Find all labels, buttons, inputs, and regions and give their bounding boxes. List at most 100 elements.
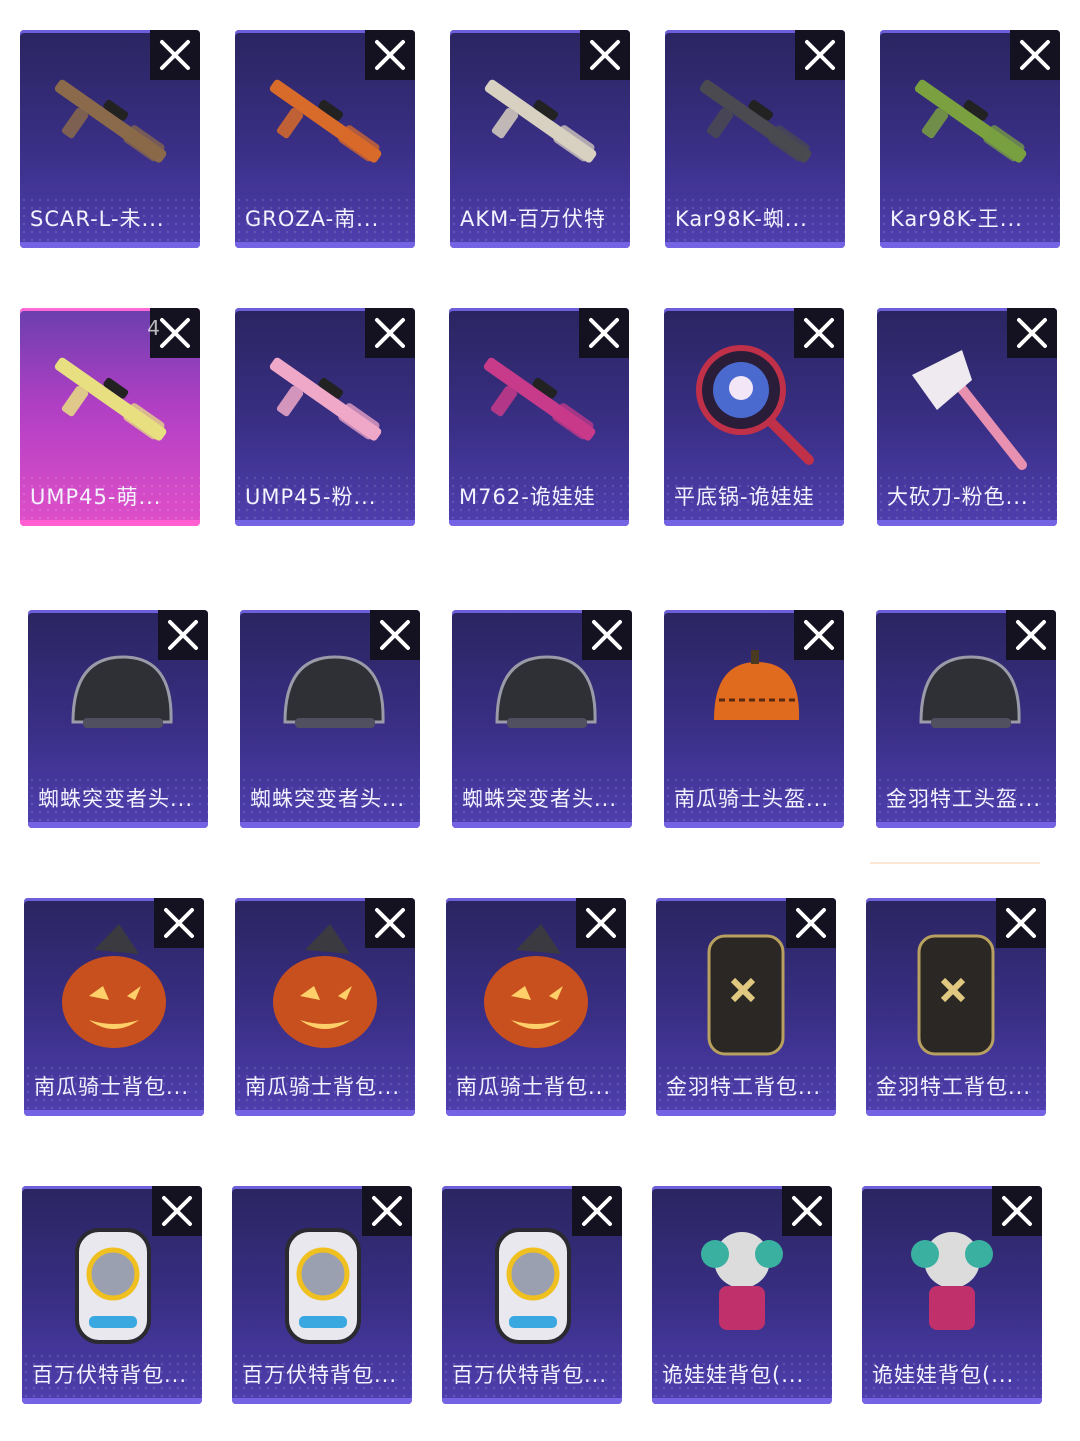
item-card[interactable]: 百万伏特背包... (22, 1186, 202, 1404)
close-icon (792, 1196, 822, 1226)
item-label: 金羽特工背包... (876, 1075, 1032, 1099)
item-card[interactable]: 蜘蛛突变者头... (240, 610, 420, 828)
close-icon (592, 620, 622, 650)
item-card[interactable]: 蜘蛛突变者头... (452, 610, 632, 828)
item-label: 金羽特工头盔... (886, 787, 1042, 811)
close-icon (160, 318, 190, 348)
item-card[interactable]: AKM-百万伏特 (450, 30, 630, 248)
item-card[interactable]: 南瓜骑士背包... (235, 898, 415, 1116)
item-label: 大砍刀-粉色... (887, 485, 1029, 509)
close-button[interactable] (152, 1186, 202, 1236)
item-card[interactable]: 诡娃娃背包(... (652, 1186, 832, 1404)
item-label: GROZA-南... (245, 207, 380, 231)
close-icon (805, 40, 835, 70)
close-button[interactable] (1007, 308, 1057, 358)
item-card[interactable]: GROZA-南... (235, 30, 415, 248)
item-label: UMP45-萌... (30, 485, 162, 509)
item-card[interactable]: 平底锅-诡娃娃 (664, 308, 844, 526)
close-button[interactable] (154, 898, 204, 948)
item-label: 金羽特工背包... (666, 1075, 822, 1099)
item-card[interactable]: 百万伏特背包... (442, 1186, 622, 1404)
close-button[interactable] (1006, 610, 1056, 660)
close-button[interactable] (794, 610, 844, 660)
item-card[interactable]: SCAR-L-未... (20, 30, 200, 248)
close-button[interactable] (996, 898, 1046, 948)
item-card[interactable]: 蜘蛛突变者头... (28, 610, 208, 828)
close-button[interactable] (992, 1186, 1042, 1236)
close-icon (1017, 318, 1047, 348)
close-button[interactable] (580, 30, 630, 80)
item-label: M762-诡娃娃 (459, 485, 596, 509)
item-label: 百万伏特背包... (242, 1363, 398, 1387)
close-button[interactable] (1010, 30, 1060, 80)
count-badge: 4 (147, 316, 160, 340)
close-icon (168, 620, 198, 650)
close-button[interactable] (795, 30, 845, 80)
item-card[interactable]: 南瓜骑士背包... (446, 898, 626, 1116)
item-card[interactable]: 诡娃娃背包(... (862, 1186, 1042, 1404)
item-card[interactable]: 百万伏特背包... (232, 1186, 412, 1404)
close-button[interactable] (158, 610, 208, 660)
item-label: Kar98K-蜘... (675, 207, 808, 231)
item-card[interactable]: 金羽特工背包... (866, 898, 1046, 1116)
item-card[interactable]: 大砍刀-粉色... (877, 308, 1057, 526)
item-card[interactable]: M762-诡娃娃 (449, 308, 629, 526)
close-icon (1002, 1196, 1032, 1226)
close-button[interactable] (365, 30, 415, 80)
item-card[interactable]: 金羽特工头盔... (876, 610, 1056, 828)
close-icon (375, 40, 405, 70)
close-button[interactable] (579, 308, 629, 358)
item-label: 百万伏特背包... (452, 1363, 608, 1387)
close-button[interactable] (365, 898, 415, 948)
close-icon (164, 908, 194, 938)
close-icon (375, 318, 405, 348)
item-label: UMP45-粉... (245, 485, 377, 509)
item-label: AKM-百万伏特 (460, 207, 606, 231)
close-button[interactable] (362, 1186, 412, 1236)
item-label: 诡娃娃背包(... (662, 1363, 805, 1387)
close-button[interactable] (786, 898, 836, 948)
item-card[interactable]: Kar98K-蜘... (665, 30, 845, 248)
item-label: 南瓜骑士背包... (456, 1075, 612, 1099)
item-card[interactable]: Kar98K-王... (880, 30, 1060, 248)
item-card[interactable]: 南瓜骑士头盔... (664, 610, 844, 828)
item-label: 蜘蛛突变者头... (38, 787, 194, 811)
close-icon (582, 1196, 612, 1226)
item-card[interactable]: 金羽特工背包... (656, 898, 836, 1116)
close-button[interactable] (365, 308, 415, 358)
item-label: 蜘蛛突变者头... (462, 787, 618, 811)
item-card[interactable]: 南瓜骑士背包... (24, 898, 204, 1116)
close-icon (796, 908, 826, 938)
item-label: 蜘蛛突变者头... (250, 787, 406, 811)
close-icon (160, 40, 190, 70)
item-label: 南瓜骑士头盔... (674, 787, 830, 811)
item-card[interactable]: UMP45-粉... (235, 308, 415, 526)
item-label: 百万伏特背包... (32, 1363, 188, 1387)
divider-line (870, 862, 1040, 864)
item-card[interactable]: UMP45-萌... 4 (20, 308, 200, 526)
close-icon (1006, 908, 1036, 938)
close-button[interactable] (572, 1186, 622, 1236)
item-label: 南瓜骑士背包... (34, 1075, 190, 1099)
close-button[interactable] (150, 30, 200, 80)
item-label: 诡娃娃背包(... (872, 1363, 1015, 1387)
item-label: Kar98K-王... (890, 207, 1023, 231)
item-label: SCAR-L-未... (30, 207, 165, 231)
close-button[interactable] (782, 1186, 832, 1236)
close-icon (372, 1196, 402, 1226)
close-icon (1020, 40, 1050, 70)
close-icon (804, 620, 834, 650)
close-icon (804, 318, 834, 348)
close-icon (162, 1196, 192, 1226)
close-button[interactable] (370, 610, 420, 660)
close-button[interactable] (794, 308, 844, 358)
close-icon (380, 620, 410, 650)
close-icon (590, 40, 620, 70)
close-button[interactable] (582, 610, 632, 660)
close-icon (375, 908, 405, 938)
item-label: 南瓜骑士背包... (245, 1075, 401, 1099)
close-icon (589, 318, 619, 348)
close-icon (586, 908, 616, 938)
close-button[interactable] (576, 898, 626, 948)
item-label: 平底锅-诡娃娃 (674, 485, 815, 509)
